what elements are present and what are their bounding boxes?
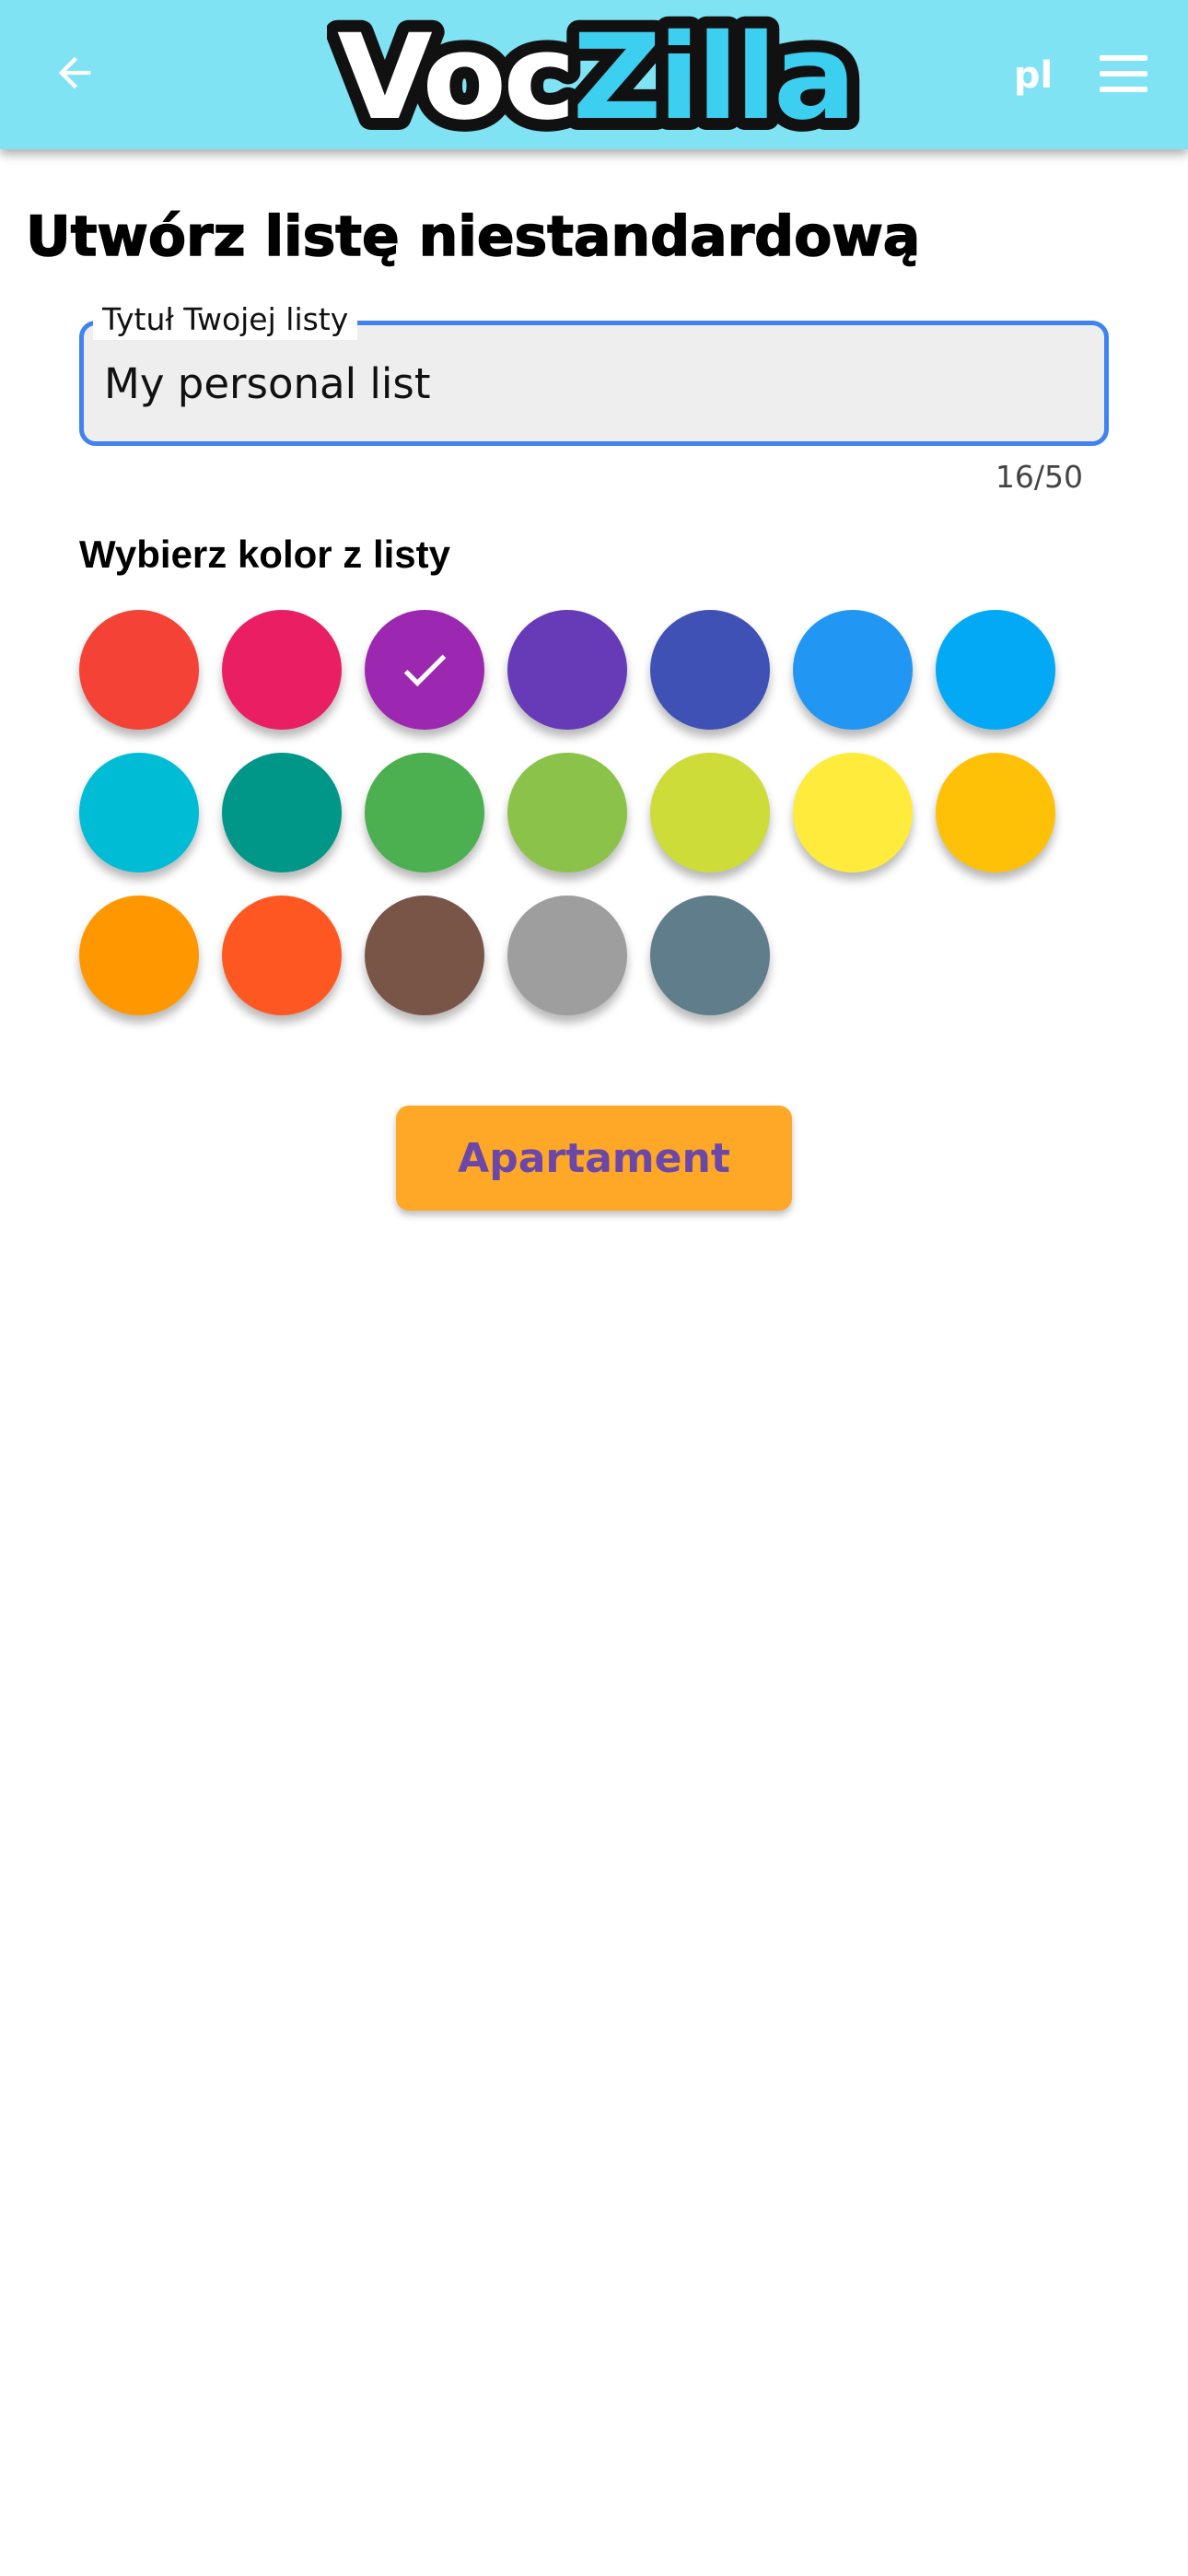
menu-bar-line (1100, 87, 1147, 92)
list-title-field[interactable]: Tytuł Twojej listy (79, 299, 1109, 446)
color-swatch[interactable] (365, 753, 484, 872)
language-button[interactable]: pl (1006, 48, 1061, 103)
color-swatch[interactable] (507, 610, 627, 730)
arrow-left-icon (58, 56, 91, 89)
color-swatch[interactable] (507, 896, 627, 1015)
menu-bar-line (1100, 71, 1147, 76)
color-swatch[interactable] (793, 753, 913, 872)
page-title: Utwórz listę niestandardową (25, 204, 921, 270)
color-swatch[interactable] (222, 896, 342, 1015)
color-swatch[interactable] (222, 753, 342, 872)
color-swatch[interactable] (222, 610, 342, 730)
list-title-label: Tytuł Twojej listy (93, 299, 358, 340)
color-palette (79, 610, 1074, 1015)
color-picker-heading: Wybierz kolor z listy (79, 533, 450, 576)
color-swatch[interactable] (79, 610, 199, 730)
color-swatch[interactable] (936, 610, 1055, 730)
submit-button[interactable]: Apartament (396, 1106, 792, 1211)
logo-text: VocZilla (337, 9, 853, 142)
app-logo: VocZilla VocZilla (327, 9, 863, 142)
color-swatch[interactable] (793, 610, 913, 730)
list-title-input[interactable] (104, 351, 1080, 416)
color-swatch[interactable] (365, 896, 484, 1015)
character-counter: 16/50 (995, 459, 1083, 495)
color-swatch[interactable] (79, 753, 199, 872)
check-icon (403, 654, 447, 687)
color-swatch[interactable] (650, 610, 770, 730)
color-swatch-selected[interactable] (365, 610, 484, 730)
color-swatch[interactable] (936, 753, 1055, 872)
menu-bar-line (1100, 55, 1147, 61)
color-swatch[interactable] (650, 753, 770, 872)
color-swatch[interactable] (507, 753, 627, 872)
color-swatch[interactable] (79, 896, 199, 1015)
color-swatch[interactable] (650, 896, 770, 1015)
hamburger-menu-icon[interactable] (1096, 48, 1151, 100)
back-button[interactable] (44, 42, 105, 103)
app-bar: VocZilla VocZilla pl (0, 0, 1188, 149)
